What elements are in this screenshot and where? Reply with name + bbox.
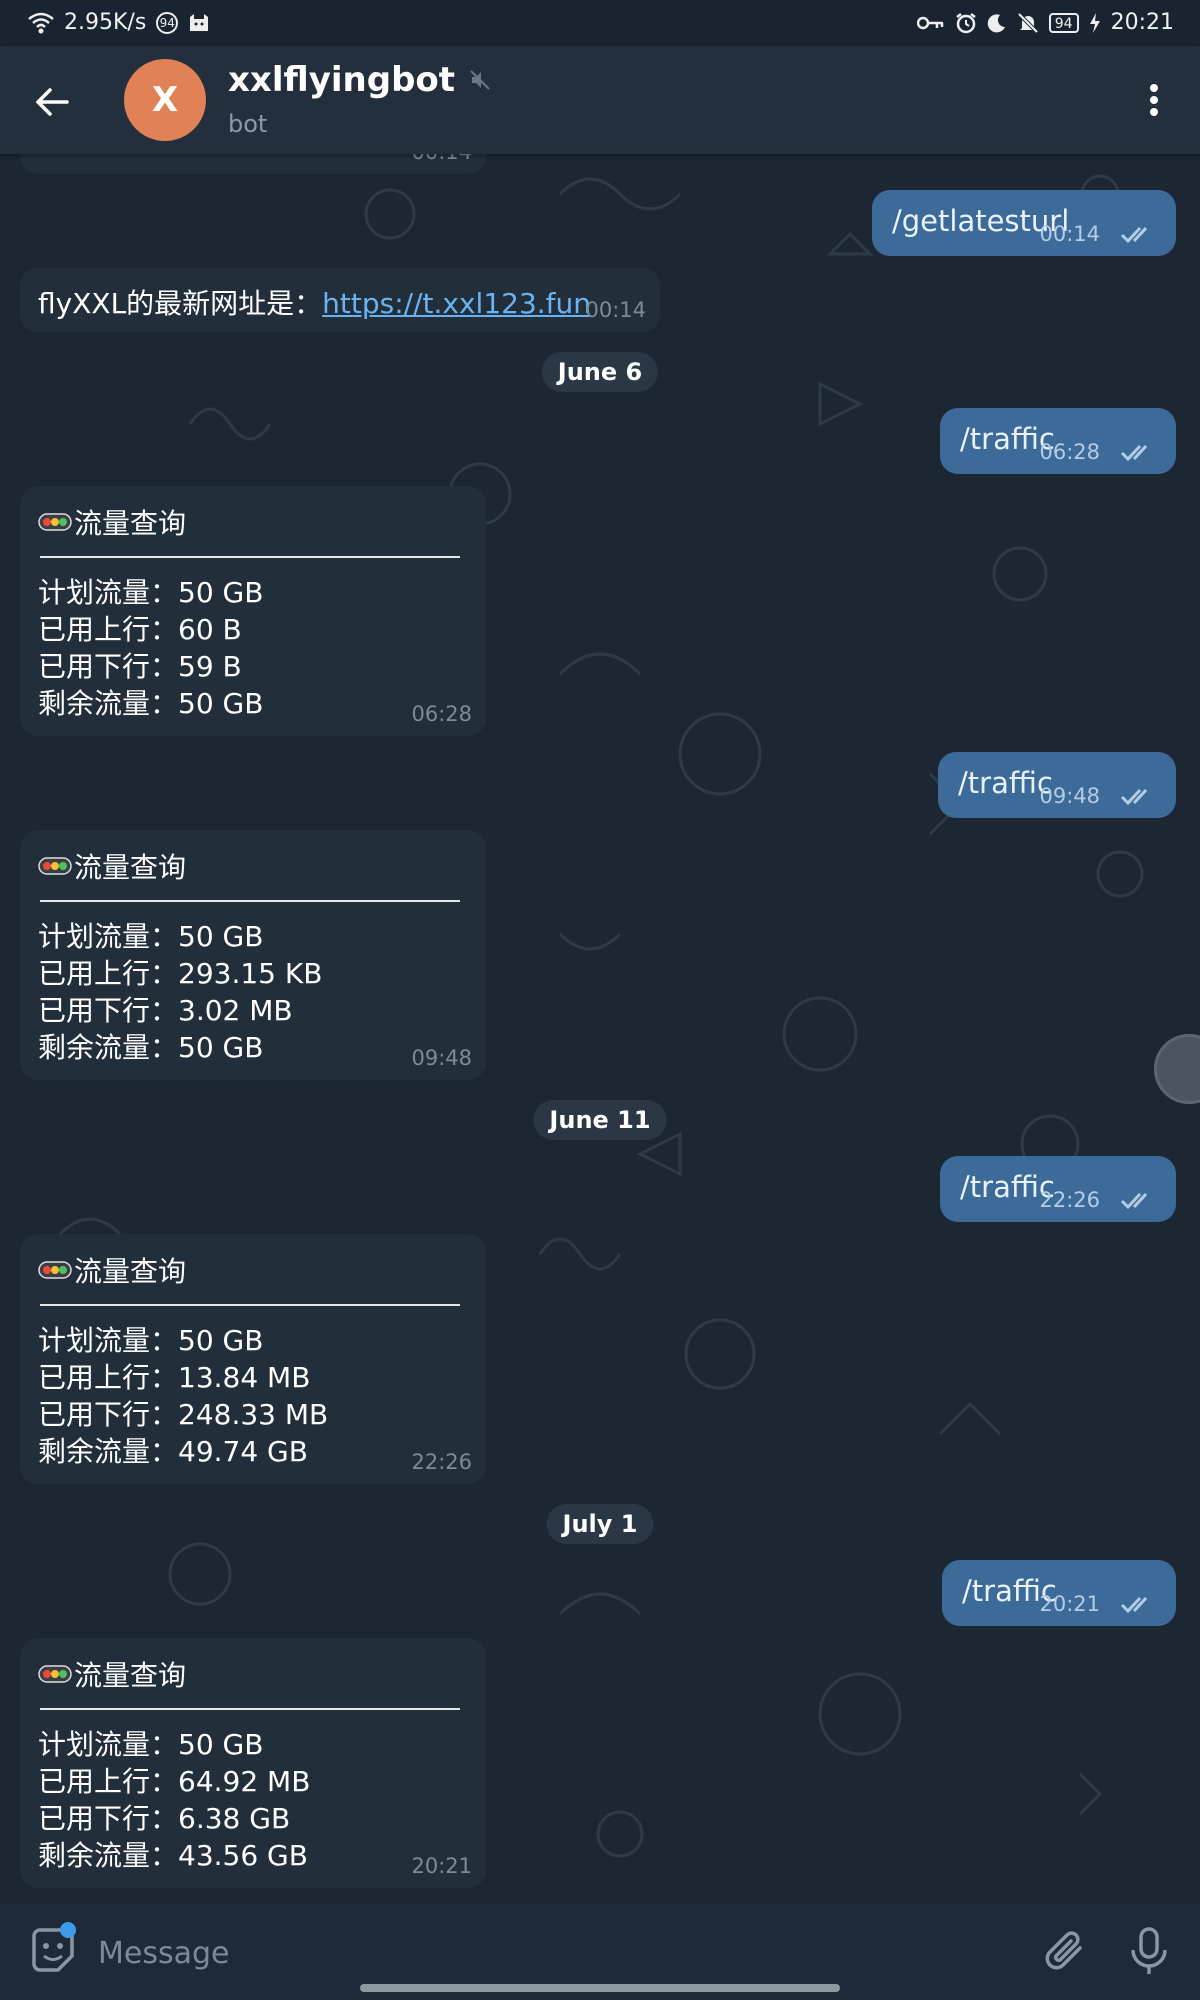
date-separator: July 1 [546, 1504, 654, 1544]
chat-header: X xxlflyingbot bot [0, 46, 1200, 154]
divider [40, 900, 460, 902]
voice-record-button[interactable] [1126, 1926, 1172, 1976]
traffic-result-bubble[interactable]: 流量查询 计划流量：50 GB 已用上行：60 B 已用下行：59 B 剩余流量… [20, 486, 486, 736]
remaining-traffic: 剩余流量：49.74 GB [38, 1435, 308, 1468]
double-check-icon [1120, 226, 1148, 244]
traffic-light-icon [38, 1665, 72, 1683]
traffic-title-text: 流量查询 [74, 1659, 187, 1692]
message-time: 20:21 [411, 1854, 472, 1878]
traffic-lines: 计划流量：50 GB 已用上行：64.92 MB 已用下行：6.38 GB 剩余… [38, 1726, 310, 1874]
traffic-title-text: 流量查询 [74, 507, 187, 540]
more-vertical-icon [1150, 84, 1158, 116]
clock-time: 20:21 [1110, 10, 1174, 35]
alarm-icon [955, 12, 977, 34]
traffic-lines: 计划流量：50 GB 已用上行：60 B 已用下行：59 B 剩余流量：50 G… [38, 574, 263, 722]
message-text: flyXXL的最新网址是：https://t.xxl123.fun [38, 282, 591, 322]
double-check-icon [1120, 1596, 1148, 1614]
traffic-light-icon [38, 1261, 72, 1279]
avatar[interactable]: X [124, 59, 206, 141]
traffic-title-text: 流量查询 [74, 1255, 187, 1288]
bell-muted-icon [1017, 12, 1039, 34]
message-input[interactable] [96, 1930, 1000, 1976]
message-time: 09:48 [411, 1046, 472, 1070]
message-bubble-outgoing[interactable]: /traffic 20:21 [942, 1560, 1176, 1626]
remaining-traffic: 剩余流量：43.56 GB [38, 1839, 308, 1872]
used-upload: 已用上行：64.92 MB [38, 1765, 311, 1798]
plan-traffic: 计划流量：50 GB [38, 1324, 264, 1357]
attach-button[interactable] [1042, 1928, 1088, 1974]
date-separator: June 11 [533, 1100, 667, 1140]
charging-icon [1089, 12, 1101, 33]
traffic-title: 流量查询 [38, 502, 186, 542]
more-menu-button[interactable] [1138, 76, 1170, 124]
used-download: 已用下行：248.33 MB [38, 1398, 329, 1431]
remaining-traffic: 剩余流量：50 GB [38, 1031, 264, 1064]
traffic-result-bubble[interactable]: 流量查询 计划流量：50 GB 已用上行：293.15 KB 已用下行：3.02… [20, 830, 486, 1080]
message-time: 00:14 [585, 298, 646, 322]
traffic-result-bubble[interactable]: 流量查询 计划流量：50 GB 已用上行：13.84 MB 已用下行：248.3… [20, 1234, 486, 1484]
chat-subtitle: bot [228, 110, 268, 138]
message-time: 00:14 [411, 154, 472, 164]
chat-title-wrap[interactable]: xxlflyingbot [228, 60, 491, 100]
double-check-icon [1120, 444, 1148, 462]
traffic-lines: 计划流量：50 GB 已用上行：13.84 MB 已用下行：248.33 MB … [38, 1322, 328, 1470]
used-upload: 已用上行：13.84 MB [38, 1361, 311, 1394]
message-time: 09:48 [1039, 784, 1100, 808]
message-bubble-outgoing[interactable]: /traffic 06:28 [940, 408, 1176, 474]
key-icon [916, 14, 945, 32]
battery-level: 94 [1048, 12, 1079, 33]
latest-url-link[interactable]: https://t.xxl123.fun [322, 287, 591, 320]
remaining-traffic: 剩余流量：50 GB [38, 687, 264, 720]
traffic-title: 流量查询 [38, 1250, 186, 1290]
app-notification-icon [188, 13, 210, 33]
message-time: 20:21 [1039, 1592, 1100, 1616]
net-speed: 2.95K/s [64, 10, 147, 35]
chat-title: xxlflyingbot [228, 60, 456, 100]
notification-badge: 94 [156, 11, 179, 34]
message-time: 22:26 [1039, 1188, 1100, 1212]
traffic-result-bubble[interactable]: 流量查询 计划流量：50 GB 已用上行：64.92 MB 已用下行：6.38 … [20, 1638, 486, 1888]
message-time: 06:28 [411, 702, 472, 726]
used-download: 已用下行：3.02 MB [38, 994, 293, 1027]
plan-traffic: 计划流量：50 GB [38, 920, 264, 953]
message-bubble-outgoing[interactable]: /traffic 09:48 [938, 752, 1176, 818]
message-time: 06:28 [1039, 440, 1100, 464]
chat-area[interactable]: 00:14 /getlatesturl 00:14 flyXXL的最新网址是：h… [0, 154, 1200, 1904]
used-download: 已用下行：59 B [38, 650, 242, 683]
back-button[interactable] [30, 80, 74, 124]
arrow-left-icon [36, 88, 69, 116]
used-upload: 已用上行：293.15 KB [38, 957, 323, 990]
divider [40, 556, 460, 558]
traffic-title: 流量查询 [38, 846, 186, 886]
new-sticker-indicator [60, 1922, 76, 1938]
traffic-lines: 计划流量：50 GB 已用上行：293.15 KB 已用下行：3.02 MB 剩… [38, 918, 322, 1066]
divider [40, 1304, 460, 1306]
home-indicator[interactable] [360, 1984, 840, 1992]
message-time: 22:26 [411, 1450, 472, 1474]
traffic-title: 流量查询 [38, 1654, 186, 1694]
traffic-light-icon [38, 513, 72, 531]
plan-traffic: 计划流量：50 GB [38, 576, 264, 609]
message-bubble-outgoing[interactable]: /traffic 22:26 [940, 1156, 1176, 1222]
message-bubble-incoming[interactable]: flyXXL的最新网址是：https://t.xxl123.fun 00:14 [20, 268, 660, 332]
double-check-icon [1120, 788, 1148, 806]
double-check-icon [1120, 1192, 1148, 1210]
moon-icon [987, 13, 1007, 33]
status-bar: 2.95K/s 94 94 20:21 [0, 0, 1200, 46]
divider [40, 1708, 460, 1710]
wifi-icon [28, 12, 54, 34]
message-time: 00:14 [1039, 222, 1100, 246]
message-prefix: flyXXL的最新网址是： [38, 287, 323, 320]
message-bubble-outgoing[interactable]: /getlatesturl 00:14 [872, 190, 1176, 256]
date-separator: June 6 [541, 352, 659, 392]
muted-speaker-icon [470, 70, 490, 90]
microphone-icon [1131, 1927, 1167, 1974]
paperclip-icon [1045, 1931, 1082, 1970]
traffic-title-text: 流量查询 [74, 851, 187, 884]
used-upload: 已用上行：60 B [38, 613, 242, 646]
used-download: 已用下行：6.38 GB [38, 1802, 291, 1835]
plan-traffic: 计划流量：50 GB [38, 1728, 264, 1761]
traffic-light-icon [38, 857, 72, 875]
message-bubble-incoming[interactable]: 00:14 [20, 154, 486, 174]
